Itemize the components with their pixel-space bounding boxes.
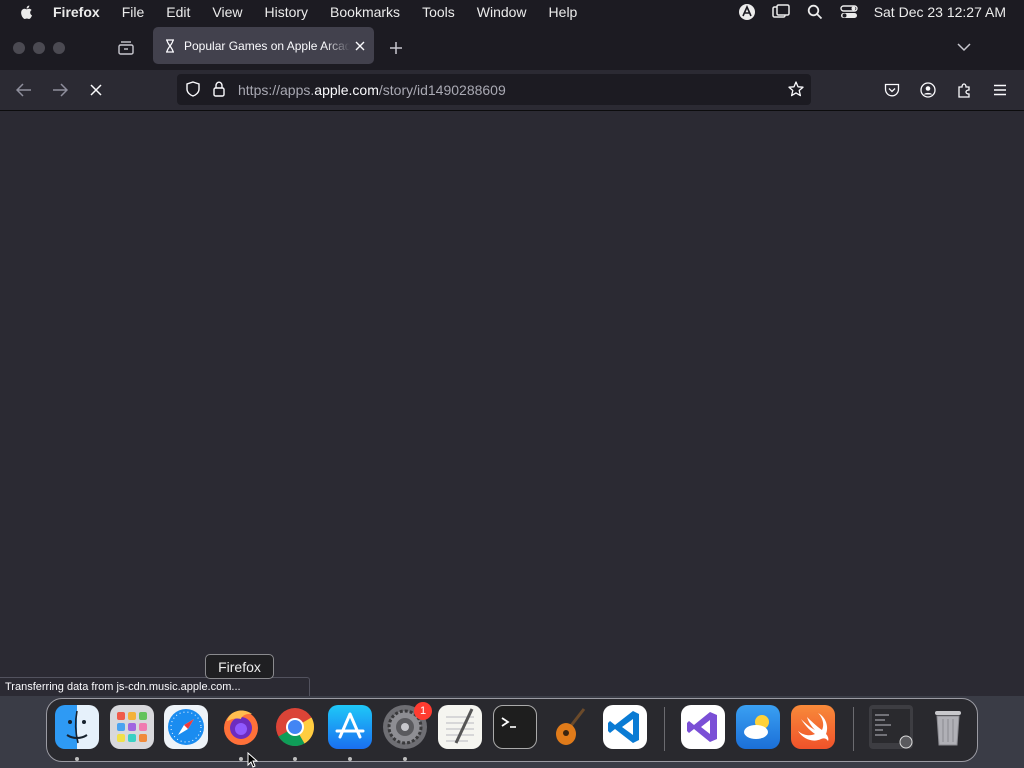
- page-content-area[interactable]: [0, 111, 1024, 696]
- hamburger-menu-icon[interactable]: [990, 80, 1010, 100]
- terminal-icon[interactable]: [493, 705, 537, 749]
- window-zoom-button[interactable]: [53, 42, 65, 54]
- control-center-icon[interactable]: [839, 3, 858, 21]
- running-indicator-firefox: [239, 757, 243, 761]
- account-avatar-icon[interactable]: [918, 80, 938, 100]
- mouse-cursor-icon: [247, 752, 259, 768]
- screenshot-thumbnail-icon[interactable]: [869, 705, 913, 749]
- url-bar[interactable]: https://apps.apple.com/story/id149028860…: [177, 74, 811, 105]
- notification-badge: 1: [414, 702, 432, 720]
- weather-icon[interactable]: [736, 705, 780, 749]
- tracking-protection-shield-icon[interactable]: [183, 79, 203, 99]
- running-indicator-app-store: [348, 757, 352, 761]
- lock-icon[interactable]: [209, 79, 229, 99]
- apple-logo-icon[interactable]: [19, 4, 35, 20]
- launchpad-icon[interactable]: [110, 705, 154, 749]
- url-text[interactable]: https://apps.apple.com/story/id149028860…: [238, 82, 506, 98]
- menu-bar: Firefox File Edit View History Bookmarks…: [0, 0, 1024, 23]
- menu-bookmarks[interactable]: Bookmarks: [330, 4, 400, 20]
- new-tab-icon[interactable]: [386, 38, 406, 58]
- pocket-icon[interactable]: [882, 80, 902, 100]
- running-indicator-settings: [403, 757, 407, 761]
- visual-studio-icon[interactable]: [681, 705, 725, 749]
- tab-close-icon[interactable]: [352, 38, 368, 54]
- menu-file[interactable]: File: [122, 4, 145, 20]
- menu-edit[interactable]: Edit: [166, 4, 190, 20]
- spotlight-search-icon[interactable]: [806, 3, 824, 21]
- running-indicator-finder: [75, 757, 79, 761]
- menu-app-name[interactable]: Firefox: [53, 4, 100, 20]
- window-close-button[interactable]: [13, 42, 25, 54]
- vscode-icon[interactable]: [603, 705, 647, 749]
- firefox-icon[interactable]: [219, 705, 263, 749]
- menu-window[interactable]: Window: [477, 4, 527, 20]
- account-icon[interactable]: [738, 3, 756, 21]
- chrome-icon[interactable]: [273, 705, 317, 749]
- hourglass-loading-icon: [166, 38, 174, 53]
- menu-help[interactable]: Help: [549, 4, 578, 20]
- bookmark-star-icon[interactable]: [786, 79, 806, 99]
- list-all-tabs-chevron-down-icon[interactable]: [954, 37, 974, 57]
- stop-loading-icon[interactable]: [86, 80, 106, 100]
- menu-view[interactable]: View: [212, 4, 242, 20]
- app-store-icon[interactable]: [328, 705, 372, 749]
- menu-tools[interactable]: Tools: [422, 4, 455, 20]
- window-minimize-button[interactable]: [33, 42, 45, 54]
- tab-title: Popular Games on Apple Arcade: [184, 38, 350, 53]
- tab-apple-arcade[interactable]: Popular Games on Apple Arcade: [153, 27, 374, 64]
- menu-bar-extras: Sat Dec 23 12:27 AM: [722, 0, 1006, 23]
- firefox-view-icon[interactable]: [116, 38, 136, 58]
- dock-tooltip: Firefox: [205, 654, 274, 679]
- url-suffix: /story/id1490288609: [378, 82, 506, 98]
- finder-icon[interactable]: [55, 705, 99, 749]
- running-indicator-chrome: [293, 757, 297, 761]
- dock-separator-2: [853, 707, 854, 751]
- screen-mirroring-icon[interactable]: [771, 3, 790, 21]
- dock-separator: [664, 707, 665, 751]
- garageband-guitar-icon[interactable]: [548, 705, 592, 749]
- trash-icon[interactable]: [926, 705, 970, 749]
- textedit-icon[interactable]: [438, 705, 482, 749]
- forward-arrow-icon[interactable]: [50, 80, 70, 100]
- menu-history[interactable]: History: [264, 4, 308, 20]
- url-prefix: https://apps.: [238, 82, 315, 98]
- swift-icon[interactable]: [791, 705, 835, 749]
- status-panel: Transferring data from js-cdn.music.appl…: [0, 677, 310, 696]
- url-domain: apple.com: [314, 82, 379, 98]
- menu-bar-clock[interactable]: Sat Dec 23 12:27 AM: [874, 4, 1006, 20]
- extensions-puzzle-icon[interactable]: [954, 80, 974, 100]
- safari-icon[interactable]: [164, 705, 208, 749]
- back-arrow-icon[interactable]: [14, 80, 34, 100]
